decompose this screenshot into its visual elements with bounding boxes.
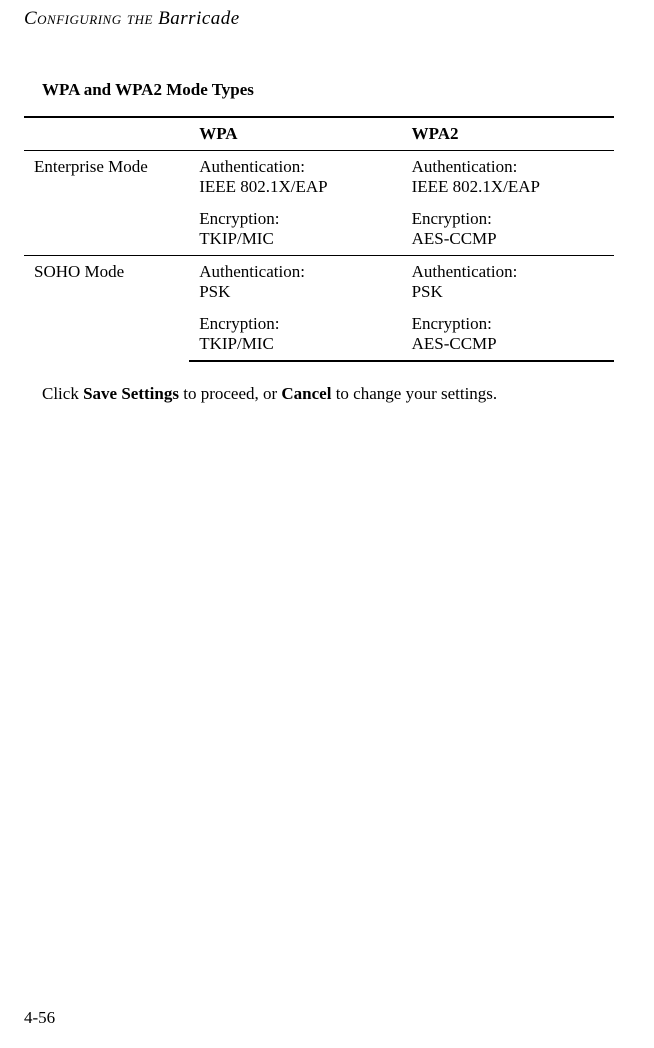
cell-wpa-auth: Authentication: PSK	[189, 256, 401, 309]
cell-wpa2-auth: Authentication: IEEE 802.1X/EAP	[402, 151, 614, 204]
running-header: Configuring the Barricade	[24, 8, 614, 30]
instruction-text: Click Save Settings to proceed, or Cance…	[42, 382, 614, 406]
label: Encryption:	[412, 209, 492, 228]
label: Authentication:	[199, 262, 305, 281]
cell-wpa-auth: Authentication: IEEE 802.1X/EAP	[189, 151, 401, 204]
col-header-wpa2: WPA2	[402, 117, 614, 151]
value: PSK	[412, 282, 443, 301]
cell-wpa-enc: Encryption: TKIP/MIC	[189, 203, 401, 256]
page: Configuring the Barricade WPA and WPA2 M…	[0, 0, 654, 1048]
col-header-wpa: WPA	[189, 117, 401, 151]
label: Authentication:	[412, 262, 518, 281]
table-row: SOHO Mode Authentication: PSK Authentica…	[24, 256, 614, 309]
cell-mode: Enterprise Mode	[24, 151, 189, 256]
label: Encryption:	[412, 314, 492, 333]
text: to proceed, or	[179, 384, 281, 403]
running-header-title: Barricade	[158, 8, 240, 29]
cancel-text: Cancel	[281, 384, 331, 403]
label: Encryption:	[199, 209, 279, 228]
table-row: Enterprise Mode Authentication: IEEE 802…	[24, 151, 614, 204]
cell-wpa2-enc: Encryption: AES-CCMP	[402, 203, 614, 256]
save-settings-text: Save Settings	[83, 384, 179, 403]
cell-wpa2-enc: Encryption: AES-CCMP	[402, 308, 614, 361]
running-header-prefix: Configuring the	[24, 8, 158, 29]
page-number: 4-56	[24, 1008, 55, 1028]
value: PSK	[199, 282, 230, 301]
value: AES-CCMP	[412, 229, 497, 248]
value: AES-CCMP	[412, 334, 497, 353]
label: Authentication:	[412, 157, 518, 176]
label: Authentication:	[199, 157, 305, 176]
text: to change your settings.	[331, 384, 497, 403]
table-header-row: WPA WPA2	[24, 117, 614, 151]
col-header-mode	[24, 117, 189, 151]
value: IEEE 802.1X/EAP	[412, 177, 540, 196]
mode-types-table: WPA WPA2 Enterprise Mode Authentication:…	[24, 116, 614, 362]
section-heading: WPA and WPA2 Mode Types	[42, 80, 614, 100]
cell-mode: SOHO Mode	[24, 256, 189, 362]
value: IEEE 802.1X/EAP	[199, 177, 327, 196]
cell-wpa-enc: Encryption: TKIP/MIC	[189, 308, 401, 361]
text: Click	[42, 384, 83, 403]
cell-wpa2-auth: Authentication: PSK	[402, 256, 614, 309]
label: Encryption:	[199, 314, 279, 333]
value: TKIP/MIC	[199, 334, 274, 353]
value: TKIP/MIC	[199, 229, 274, 248]
